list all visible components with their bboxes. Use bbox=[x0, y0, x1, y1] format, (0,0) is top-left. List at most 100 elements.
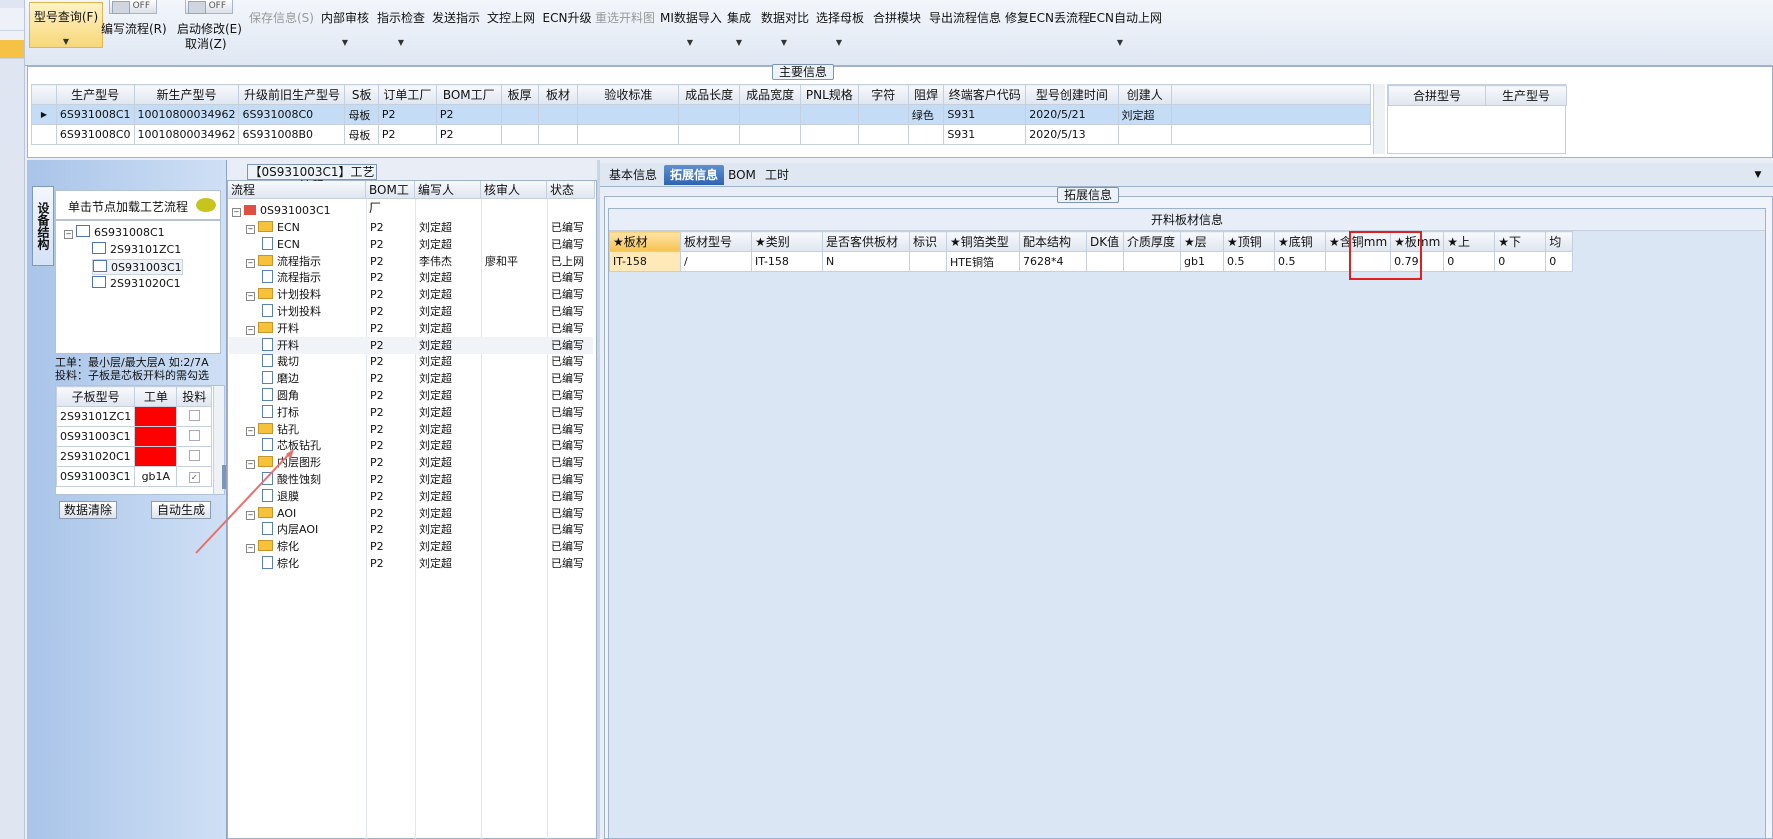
cut-col-header[interactable]: ★顶铜 bbox=[1223, 231, 1275, 252]
sub-order-cell[interactable] bbox=[134, 426, 178, 447]
device-structure-tab[interactable]: 设备结构 bbox=[32, 186, 54, 266]
table-cell[interactable]: P2 bbox=[377, 104, 437, 125]
sub-col-header[interactable]: 投料 bbox=[176, 386, 212, 407]
table-cell[interactable]: 6S931008B0 bbox=[238, 124, 346, 145]
cut-col-header[interactable]: ★下 bbox=[1494, 231, 1547, 252]
table-cell[interactable] bbox=[857, 104, 909, 125]
cut-col-header[interactable]: 是否客供板材 bbox=[822, 231, 910, 252]
cut-col-header[interactable]: ★类别 bbox=[751, 231, 823, 252]
table-row[interactable]: 0S931003C1 gb1A ✓ bbox=[56, 466, 212, 487]
main-col-header[interactable]: 字符 bbox=[857, 84, 909, 105]
table-cell[interactable]: 绿色 bbox=[907, 104, 945, 125]
process-node[interactable]: − 计划投料 bbox=[246, 286, 321, 303]
cut-col-header[interactable]: 配本结构 bbox=[1019, 231, 1087, 252]
tree-node-selected[interactable]: 0S931003C1 bbox=[92, 259, 183, 275]
feed-checkbox[interactable] bbox=[176, 406, 212, 427]
doc-control-online-button[interactable]: 文控上网 bbox=[485, 4, 537, 64]
main-col-header[interactable]: S板 bbox=[344, 84, 379, 105]
sub-col-header[interactable]: 工单 bbox=[134, 386, 178, 407]
col-header-writer[interactable]: 编写人 bbox=[415, 181, 481, 199]
table-cell[interactable] bbox=[678, 124, 741, 145]
collapse-icon[interactable]: − bbox=[246, 225, 255, 234]
process-node[interactable]: − 开料 bbox=[246, 320, 299, 337]
cut-cell[interactable]: 7628*4 bbox=[1019, 251, 1087, 272]
table-cell[interactable] bbox=[500, 104, 539, 125]
cut-col-header[interactable]: 介质厚度 bbox=[1123, 231, 1181, 252]
table-cell[interactable] bbox=[857, 124, 909, 145]
cut-cell[interactable]: / bbox=[680, 251, 752, 272]
process-root-node[interactable]: − 0S931003C1 bbox=[232, 202, 331, 219]
table-cell[interactable]: P2 bbox=[435, 104, 502, 125]
cut-col-header[interactable]: ★上 bbox=[1443, 231, 1496, 252]
table-cell[interactable]: 母板 bbox=[344, 124, 379, 145]
table-row[interactable]: 2S93101ZC1 bbox=[56, 406, 212, 427]
process-node[interactable]: − 钻孔 bbox=[246, 421, 299, 438]
process-node[interactable]: 流程指示 bbox=[262, 269, 321, 286]
main-col-header[interactable]: 订单工厂 bbox=[377, 84, 437, 105]
mi-data-import-button[interactable]: MI数据导入 ▼ bbox=[660, 4, 722, 64]
table-cell[interactable]: 6S931008C1 bbox=[55, 104, 135, 125]
main-col-header[interactable]: 生产型号 bbox=[55, 84, 135, 105]
tab-extended-info[interactable]: 拓展信息 bbox=[664, 165, 724, 185]
ecn-upgrade-button[interactable]: ECN升级 bbox=[541, 4, 593, 64]
table-cell[interactable] bbox=[577, 124, 680, 145]
table-cell[interactable]: 6S931008C0 bbox=[55, 124, 135, 145]
reselect-cut-chart-button[interactable]: 重选开料图 bbox=[595, 4, 655, 64]
toggle-switch[interactable]: OFF bbox=[185, 0, 233, 14]
cut-col-header[interactable]: ★铜箔类型 bbox=[946, 231, 1020, 252]
table-cell[interactable]: 2020/5/21 bbox=[1025, 104, 1119, 125]
table-cell[interactable]: P2 bbox=[435, 124, 502, 145]
collapse-icon[interactable]: − bbox=[246, 426, 255, 436]
feed-checkbox[interactable] bbox=[176, 426, 212, 447]
save-info-button[interactable]: 保存信息(S) bbox=[249, 4, 314, 64]
process-node[interactable]: 裁切 bbox=[262, 353, 299, 370]
fix-ecn-lost-flow-button[interactable]: 修复ECN丢流程 bbox=[1005, 4, 1090, 64]
cut-cell[interactable] bbox=[909, 251, 947, 272]
cut-col-header[interactable]: ★板材 bbox=[609, 231, 681, 252]
merge-module-button[interactable]: 合拼模块 bbox=[873, 4, 921, 64]
collapse-icon[interactable]: − bbox=[64, 230, 73, 239]
collapse-icon[interactable]: − bbox=[246, 258, 255, 268]
process-node[interactable]: 开料 bbox=[262, 337, 299, 354]
col-header-status[interactable]: 状态 bbox=[547, 181, 595, 199]
data-clear-button[interactable]: 数据清除 bbox=[59, 501, 117, 519]
col-header-bom[interactable]: BOM工厂 bbox=[366, 181, 415, 215]
process-node[interactable]: 磨边 bbox=[262, 370, 299, 387]
table-row[interactable]: ▶ 6S931008C1 10010800034962 6S931008C0 母板 P2 P… bbox=[31, 104, 1371, 125]
table-cell[interactable]: 刘定超 bbox=[1117, 104, 1172, 125]
ecn-auto-online-button[interactable]: ECN自动上网 ▼ bbox=[1089, 4, 1162, 64]
merge-col-header[interactable]: 合拼型号 bbox=[1388, 85, 1486, 106]
table-cell[interactable] bbox=[739, 104, 802, 125]
cut-cell[interactable]: N bbox=[822, 251, 910, 272]
cancel-modify-button[interactable]: 取消(Z) bbox=[185, 35, 227, 52]
collapse-icon[interactable]: − bbox=[232, 208, 241, 217]
table-row[interactable]: IT-158/IT-158 N HTE铜箔 7628*4 gb1 0.5 0.5 0.79 0 0… bbox=[609, 251, 1574, 272]
col-header-reviewer[interactable]: 核审人 bbox=[481, 181, 547, 199]
cut-col-header[interactable]: ★层 bbox=[1180, 231, 1224, 252]
tab-basic-info[interactable]: 基本信息 bbox=[604, 165, 662, 185]
collapse-icon[interactable]: − bbox=[246, 325, 255, 335]
table-cell[interactable]: 10010800034962 bbox=[133, 124, 240, 145]
process-node[interactable]: ECN bbox=[262, 236, 300, 253]
table-cell[interactable] bbox=[678, 104, 741, 125]
cut-col-header[interactable]: ★底铜 bbox=[1274, 231, 1326, 252]
table-cell[interactable]: S931 bbox=[943, 124, 1027, 145]
cut-col-header[interactable]: 标识 bbox=[909, 231, 947, 252]
table-cell[interactable] bbox=[739, 124, 802, 145]
main-col-header[interactable]: BOM工厂 bbox=[435, 84, 502, 105]
table-cell[interactable]: P2 bbox=[377, 124, 437, 145]
table-cell[interactable]: S931 bbox=[943, 104, 1027, 125]
sub-model-cell[interactable]: 2S931020C1 bbox=[56, 446, 136, 467]
write-flow-button[interactable]: 编写流程(R) bbox=[101, 20, 167, 37]
main-col-header[interactable]: 阻焊 bbox=[907, 84, 945, 105]
tree-node-root[interactable]: − 6S931008C1 bbox=[64, 225, 165, 239]
main-col-header[interactable]: 终端客户代码 bbox=[943, 84, 1027, 105]
cut-cell[interactable] bbox=[1086, 251, 1124, 272]
tab-work-hours[interactable]: 工时 bbox=[760, 165, 794, 185]
process-node[interactable]: 圆角 bbox=[262, 387, 299, 404]
internal-review-button[interactable]: 内部审核 ▼ bbox=[319, 4, 371, 64]
chevron-down-icon[interactable]: ▼ bbox=[1750, 165, 1766, 185]
model-query-button[interactable]: 型号查询(F) ▼ bbox=[29, 2, 103, 48]
export-flow-info-button[interactable]: 导出流程信息 bbox=[929, 4, 1001, 64]
process-node[interactable]: − ECN bbox=[246, 219, 300, 236]
